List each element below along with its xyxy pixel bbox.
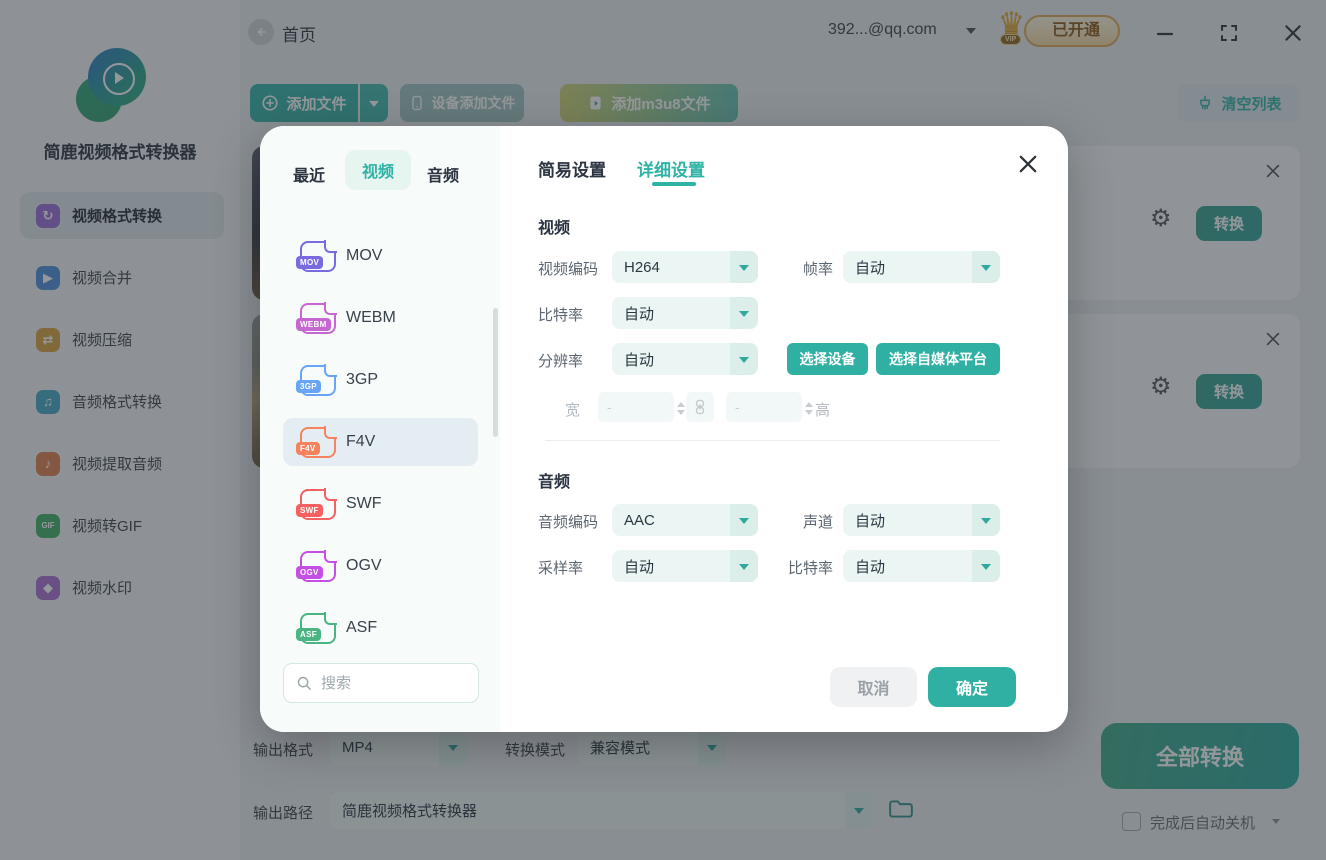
chevron-down-icon bbox=[730, 343, 758, 375]
video-section-title: 视频 bbox=[538, 220, 571, 237]
chevron-down-icon bbox=[730, 550, 758, 582]
audio-codec-value: AAC bbox=[624, 511, 655, 529]
format-item-mov[interactable]: MOV MOV bbox=[283, 232, 478, 280]
format-name: WEBM bbox=[346, 309, 396, 326]
channel-select[interactable]: 自动 bbox=[843, 504, 1000, 536]
chevron-down-icon bbox=[730, 504, 758, 536]
video-bitrate-value: 自动 bbox=[624, 305, 655, 323]
section-divider bbox=[545, 440, 1000, 441]
format-search bbox=[283, 663, 479, 703]
tab-recent[interactable]: 最近 bbox=[293, 162, 325, 186]
channel-value: 自动 bbox=[855, 512, 886, 530]
ok-button[interactable]: 确定 bbox=[928, 667, 1016, 707]
audio-section-title: 音频 bbox=[538, 474, 571, 491]
sample-rate-select[interactable]: 自动 bbox=[612, 550, 758, 582]
chain-link-icon bbox=[695, 399, 705, 415]
close-icon bbox=[1019, 155, 1037, 173]
format-name: SWF bbox=[346, 495, 382, 512]
height-input[interactable]: - bbox=[726, 392, 813, 422]
file-format-icon: SWF bbox=[296, 487, 337, 520]
audio-bitrate-label: 比特率 bbox=[788, 560, 834, 577]
format-item-3gp[interactable]: 3GP 3GP bbox=[283, 356, 478, 404]
tab-simple-settings[interactable]: 简易设置 bbox=[538, 156, 606, 181]
tab-video[interactable]: 视频 bbox=[345, 150, 411, 190]
width-value: - bbox=[607, 399, 612, 415]
stepper-arrows[interactable] bbox=[677, 398, 685, 419]
format-settings-dialog: 最近 视频 音频 MOV MOV WEBM WEBM 3GP 3GP F4V F… bbox=[260, 126, 1068, 732]
tab-audio[interactable]: 音频 bbox=[427, 162, 459, 186]
file-format-icon: F4V bbox=[296, 425, 337, 458]
stepper-arrows[interactable] bbox=[805, 398, 813, 419]
chevron-down-icon bbox=[730, 251, 758, 283]
format-name: 3GP bbox=[346, 371, 379, 388]
file-format-icon: OGV bbox=[296, 549, 337, 582]
chevron-down-icon bbox=[972, 504, 1000, 536]
format-item-webm[interactable]: WEBM WEBM bbox=[283, 294, 478, 342]
resolution-label: 分辨率 bbox=[538, 353, 584, 370]
audio-bitrate-select[interactable]: 自动 bbox=[843, 550, 1000, 582]
app-window: 简鹿视频格式转换器 ↻ 视频格式转换 ▶ 视频合并 ⇄ 视频压缩 ♫ 音频格式转… bbox=[0, 0, 1326, 860]
format-name: OGV bbox=[346, 557, 382, 574]
audio-codec-label: 音频编码 bbox=[538, 514, 599, 531]
video-codec-value: H264 bbox=[624, 258, 660, 276]
height-label: 高 bbox=[815, 402, 831, 419]
file-format-icon: 3GP bbox=[296, 363, 337, 396]
width-label: 宽 bbox=[565, 402, 581, 419]
tab-detailed-settings[interactable]: 详细设置 bbox=[637, 156, 705, 181]
width-input[interactable]: - bbox=[598, 392, 685, 422]
chevron-down-icon bbox=[972, 251, 1000, 283]
format-item-ogv[interactable]: OGV OGV bbox=[283, 542, 478, 590]
height-value: - bbox=[735, 399, 740, 415]
video-bitrate-select[interactable]: 自动 bbox=[612, 297, 758, 329]
file-format-icon: ASF bbox=[296, 611, 337, 644]
format-list-panel: 最近 视频 音频 MOV MOV WEBM WEBM 3GP 3GP F4V F… bbox=[260, 126, 500, 732]
format-name: ASF bbox=[346, 619, 378, 636]
active-tab-underline bbox=[652, 182, 696, 186]
sample-rate-value: 自动 bbox=[624, 558, 655, 576]
audio-codec-select[interactable]: AAC bbox=[612, 504, 758, 536]
search-icon bbox=[297, 676, 311, 690]
video-codec-label: 视频编码 bbox=[538, 261, 599, 278]
audio-bitrate-value: 自动 bbox=[855, 558, 886, 576]
format-item-swf[interactable]: SWF SWF bbox=[283, 480, 478, 528]
chevron-down-icon bbox=[730, 297, 758, 329]
chevron-down-icon bbox=[972, 550, 1000, 582]
resolution-value: 自动 bbox=[624, 351, 655, 369]
format-item-f4v[interactable]: F4V F4V bbox=[283, 418, 478, 466]
video-bitrate-label: 比特率 bbox=[538, 307, 584, 324]
fps-label: 帧率 bbox=[803, 261, 834, 278]
scrollbar[interactable] bbox=[493, 308, 498, 437]
select-platform-button[interactable]: 选择自媒体平台 bbox=[876, 343, 1000, 375]
file-format-icon: MOV bbox=[296, 239, 337, 272]
file-format-icon: WEBM bbox=[296, 301, 337, 334]
link-dimensions-toggle[interactable] bbox=[686, 392, 714, 422]
format-item-asf[interactable]: ASF ASF bbox=[283, 604, 478, 652]
video-codec-select[interactable]: H264 bbox=[612, 251, 758, 283]
search-input[interactable] bbox=[319, 673, 463, 693]
resolution-select[interactable]: 自动 bbox=[612, 343, 758, 375]
select-device-button[interactable]: 选择设备 bbox=[787, 343, 868, 375]
fps-value: 自动 bbox=[855, 259, 886, 277]
fps-select[interactable]: 自动 bbox=[843, 251, 1000, 283]
format-name: MOV bbox=[346, 247, 383, 264]
channel-label: 声道 bbox=[803, 514, 834, 531]
cancel-button[interactable]: 取消 bbox=[830, 667, 917, 707]
close-dialog-button[interactable] bbox=[1016, 152, 1040, 176]
format-name: F4V bbox=[346, 433, 376, 450]
sample-rate-label: 采样率 bbox=[538, 560, 584, 577]
